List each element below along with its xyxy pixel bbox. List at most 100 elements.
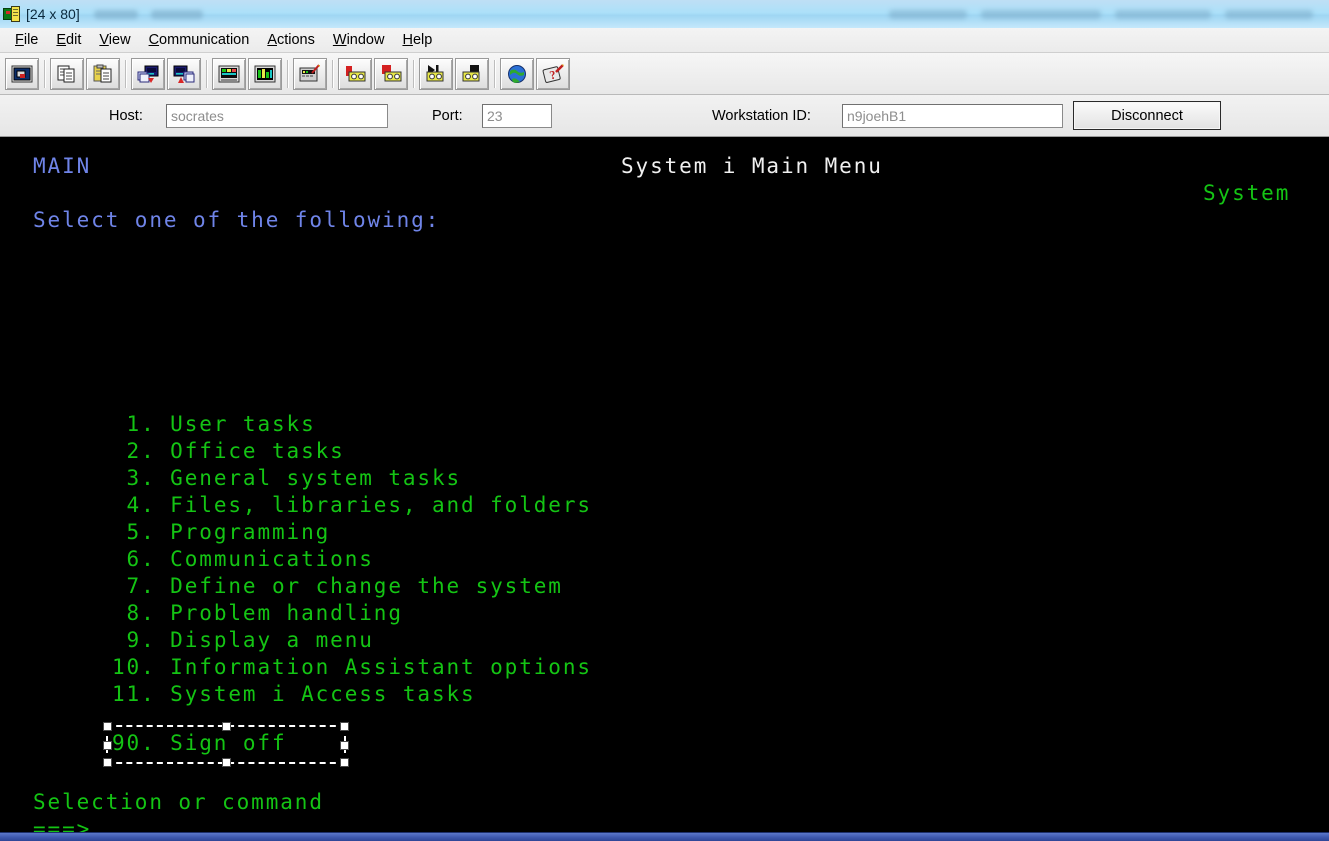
paste-icon	[93, 64, 112, 82]
display-session-icon	[11, 65, 33, 82]
workstation-id-label: Workstation ID:	[712, 107, 811, 124]
play-macro-icon-button[interactable]	[419, 57, 453, 90]
toolbar-separator	[40, 58, 49, 90]
host-input[interactable]: socrates	[166, 103, 388, 128]
record-macro-icon	[346, 65, 366, 81]
menu-option[interactable]: 5. Programming	[112, 519, 330, 546]
resize-handle-s[interactable]	[222, 758, 231, 767]
command-input[interactable]	[131, 816, 1329, 832]
edit-keypad-icon	[299, 63, 320, 81]
globe-icon-button[interactable]	[500, 57, 534, 90]
menu-option-label: Office tasks	[155, 439, 345, 463]
host-label: Host:	[109, 107, 143, 124]
menu-actions[interactable]: Actions	[258, 30, 324, 50]
menu-window[interactable]: Window	[324, 30, 394, 50]
terminal-screen[interactable]: MAIN System i Main Menu System Select on…	[0, 137, 1329, 832]
connection-bar: Host: socrates Port: 23 Workstation ID: …	[0, 95, 1329, 137]
toolbar: ?	[0, 53, 1329, 95]
command-prompt-arrow: ===>	[33, 817, 92, 832]
selection-label: Selection or command	[33, 790, 324, 814]
window-titlebar[interactable]: [24 x 80]	[0, 0, 1329, 28]
menu-option[interactable]: 11. System i Access tasks	[112, 681, 476, 708]
menu-option-number: 7.	[112, 574, 156, 598]
menu-option[interactable]: 2. Office tasks	[112, 438, 345, 465]
toolbar-separator	[121, 58, 130, 90]
receive-from-session-icon-button[interactable]	[167, 57, 201, 90]
play-macro-icon	[426, 64, 444, 81]
menu-option[interactable]: 3. General system tasks	[112, 465, 461, 492]
display-session-icon-button[interactable]	[5, 57, 39, 90]
receive-from-session-icon	[173, 65, 195, 83]
menu-option[interactable]: 1. User tasks	[112, 411, 316, 438]
prompt-heading: Select one of the following:	[33, 208, 441, 232]
menu-edit[interactable]: Edit	[47, 30, 90, 50]
menu-option-number: 11.	[112, 682, 156, 706]
toolbar-separator	[283, 58, 292, 90]
terminal-emulator-window: [24 x 80] File Edit View Communication A…	[0, 0, 1329, 841]
menu-option[interactable]: 8. Problem handling	[112, 600, 403, 627]
menu-option-number: 9.	[112, 628, 156, 652]
window-title: [24 x 80]	[26, 6, 80, 22]
resize-handle-w[interactable]	[103, 740, 112, 750]
paste-icon-button[interactable]	[86, 57, 120, 90]
help-pencil-icon: ?	[542, 63, 564, 83]
toolbar-separator	[328, 58, 337, 90]
menu-option-number: 5.	[112, 520, 156, 544]
menu-file[interactable]: File	[6, 30, 47, 50]
menu-option-label: Files, libraries, and folders	[155, 493, 592, 517]
menu-communication[interactable]: Communication	[140, 30, 259, 50]
display-attributes-icon	[218, 65, 240, 82]
edit-keypad-icon-button[interactable]	[293, 57, 327, 90]
help-pencil-icon-button[interactable]: ?	[536, 57, 570, 90]
menu-option[interactable]: 10. Information Assistant options	[112, 654, 592, 681]
toolbar-separator	[490, 58, 499, 90]
menu-option-label: Information Assistant options	[155, 655, 592, 679]
menu-option[interactable]: 7. Define or change the system	[112, 573, 563, 600]
menu-option[interactable]: 4. Files, libraries, and folders	[112, 492, 592, 519]
display-attributes-icon-button[interactable]	[212, 57, 246, 90]
toolbar-separator	[202, 58, 211, 90]
menu-option[interactable]: 9. Display a menu	[112, 627, 374, 654]
screen-title: System i Main Menu	[621, 154, 883, 178]
menu-help[interactable]: Help	[393, 30, 441, 50]
resize-handle-e[interactable]	[340, 740, 349, 750]
terminal-session-icon	[3, 5, 21, 23]
menu-view[interactable]: View	[90, 30, 139, 50]
port-label: Port:	[432, 107, 463, 124]
menu-option[interactable]: 6. Communications	[112, 546, 374, 573]
copy-icon	[57, 65, 75, 82]
window-title-trailing	[889, 0, 1329, 28]
globe-icon	[508, 64, 526, 83]
display-colors-icon-button[interactable]	[248, 57, 282, 90]
menu-option-label: Problem handling	[155, 601, 403, 625]
signoff-option[interactable]: 90. Sign off	[112, 730, 287, 757]
disconnect-button[interactable]: Disconnect	[1073, 101, 1221, 130]
stop-playback-icon-button[interactable]	[455, 57, 489, 90]
menu-option-label: General system tasks	[155, 466, 462, 490]
menu-option-number: 3.	[112, 466, 156, 490]
copy-icon-button[interactable]	[50, 57, 84, 90]
resize-handle-nw[interactable]	[103, 722, 112, 731]
menu-option-number: 4.	[112, 493, 156, 517]
menu-option-label: Display a menu	[155, 628, 374, 652]
record-macro-icon-button[interactable]	[338, 57, 372, 90]
stop-playback-icon	[462, 64, 480, 81]
menu-id: MAIN	[33, 154, 92, 178]
toolbar-separator	[409, 58, 418, 90]
menu-option-label: Communications	[155, 547, 374, 571]
send-to-session-icon-button[interactable]	[131, 57, 165, 90]
stop-macro-icon	[382, 64, 402, 81]
menu-option-number: 10.	[112, 655, 156, 679]
resize-handle-sw[interactable]	[103, 758, 112, 767]
menu-option-number: 2.	[112, 439, 156, 463]
port-input[interactable]: 23	[482, 103, 552, 128]
resize-handle-se[interactable]	[340, 758, 349, 767]
menu-option-label: User tasks	[155, 412, 316, 436]
resize-handle-ne[interactable]	[340, 722, 349, 731]
status-bar	[0, 832, 1329, 841]
stop-macro-icon-button[interactable]	[374, 57, 408, 90]
menu-option-label: System i Access tasks	[155, 682, 476, 706]
menu-option-label: Define or change the system	[155, 574, 563, 598]
send-to-session-icon	[137, 65, 159, 83]
workstation-id-input[interactable]: n9joehB1	[842, 103, 1063, 128]
